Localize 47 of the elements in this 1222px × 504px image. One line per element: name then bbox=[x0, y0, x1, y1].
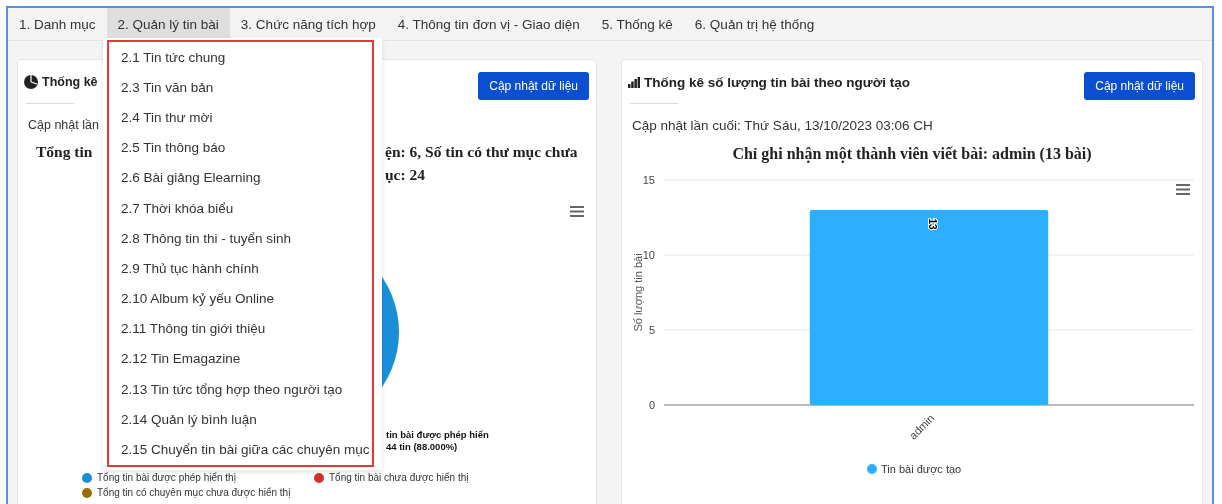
menu-tab[interactable]: 6. Quản trị hệ thống bbox=[683, 8, 826, 40]
menu-tab[interactable]: 3. Chức năng tích hợp bbox=[229, 8, 387, 40]
menu-item[interactable]: 2.5 Tin thông báo bbox=[109, 132, 372, 163]
update-data-button[interactable]: Cập nhật dữ liệu bbox=[478, 72, 589, 100]
card-title: Thống kê bbox=[42, 75, 98, 89]
chart-title: ục: 24 bbox=[385, 165, 426, 185]
menu-item[interactable]: 2.6 Bài giảng Elearning bbox=[109, 162, 372, 193]
menu-item[interactable]: 2.14 Quản lý bình luận bbox=[109, 404, 372, 435]
menu-button[interactable] bbox=[570, 206, 584, 217]
legend-label[interactable]: Tổng tin bài được phép hiển thị bbox=[97, 472, 236, 483]
menu-item[interactable]: 2.1 Tin tức chung bbox=[109, 42, 372, 73]
menu-button[interactable] bbox=[1176, 184, 1190, 195]
legend-label[interactable]: Tổng tin có chuyên mục chưa được hiển thị bbox=[97, 487, 291, 498]
last-updated-text: Cập nhật lần bbox=[28, 118, 99, 132]
menu-item[interactable]: 2.11 Thông tin giới thiệu bbox=[109, 313, 372, 344]
chart-title: Tổng tin bbox=[36, 142, 93, 162]
axis-tick-label: 5 bbox=[648, 324, 655, 336]
menu-item[interactable]: 2.4 Tin thư mời bbox=[109, 102, 372, 133]
menu-tab[interactable]: 5. Thống kê bbox=[590, 8, 684, 40]
menu-item[interactable]: 2.15 Chuyển tin bài giữa các chuyên mục bbox=[109, 434, 372, 465]
menu-item[interactable]: 2.12 Tin Emagazine bbox=[109, 343, 372, 375]
menu-tab[interactable]: 2. Quản lý tin bài bbox=[106, 8, 230, 40]
menu-item[interactable]: 2.8 Thông tin thi - tuyển sinh bbox=[109, 223, 372, 254]
menu-item[interactable]: 2.3 Tin văn bản bbox=[109, 72, 372, 103]
data-label: tin bài được phép hiển 44 tin (88.000%) bbox=[386, 429, 489, 453]
axis-tick-label: 10 bbox=[642, 249, 655, 261]
axis-tick-label: 0 bbox=[648, 399, 655, 411]
chart-title: Chỉ ghi nhận một thành viên viết bài: admin (13 bài) bbox=[731, 144, 1093, 163]
bar-value-label: 13 bbox=[927, 218, 938, 230]
menu-icon bbox=[570, 206, 584, 217]
legend-label[interactable]: Tổng tin bài chưa được hiển thị bbox=[329, 472, 469, 483]
menu-item[interactable]: 2.9 Thủ tục hành chính bbox=[109, 253, 372, 284]
menu-item[interactable]: 2.7 Thời khóa biểu bbox=[109, 192, 372, 224]
menu-item[interactable]: 2.13 Tin tức tổng hợp theo người tạo bbox=[109, 374, 372, 405]
menu-item[interactable]: 2.10 Album kỷ yếu Online bbox=[109, 283, 372, 314]
legend-label[interactable]: Tin bài được tạo bbox=[881, 463, 962, 475]
axis-tick-label: 15 bbox=[642, 174, 655, 186]
bar-chart-icon bbox=[628, 77, 640, 88]
axis-title: Số lượng tin bài bbox=[632, 253, 644, 332]
card-title: Thống kê số lượng tin bài theo người tạo bbox=[644, 75, 910, 90]
menu-icon bbox=[1176, 184, 1190, 195]
last-updated-text: Cập nhật lần cuối: Thứ Sáu, 13/10/2023 03:06 CH bbox=[632, 118, 933, 133]
menu-tab[interactable]: 4. Thông tin đơn vị - Giao diện bbox=[386, 8, 591, 40]
update-data-button[interactable]: Cập nhật dữ liệu bbox=[1084, 72, 1195, 100]
pie-chart-icon bbox=[24, 75, 38, 89]
chart-title: ện: 6, Số tin có thư mục chưa bbox=[385, 142, 578, 162]
menu-tab[interactable]: 1. Danh mục bbox=[8, 8, 107, 40]
